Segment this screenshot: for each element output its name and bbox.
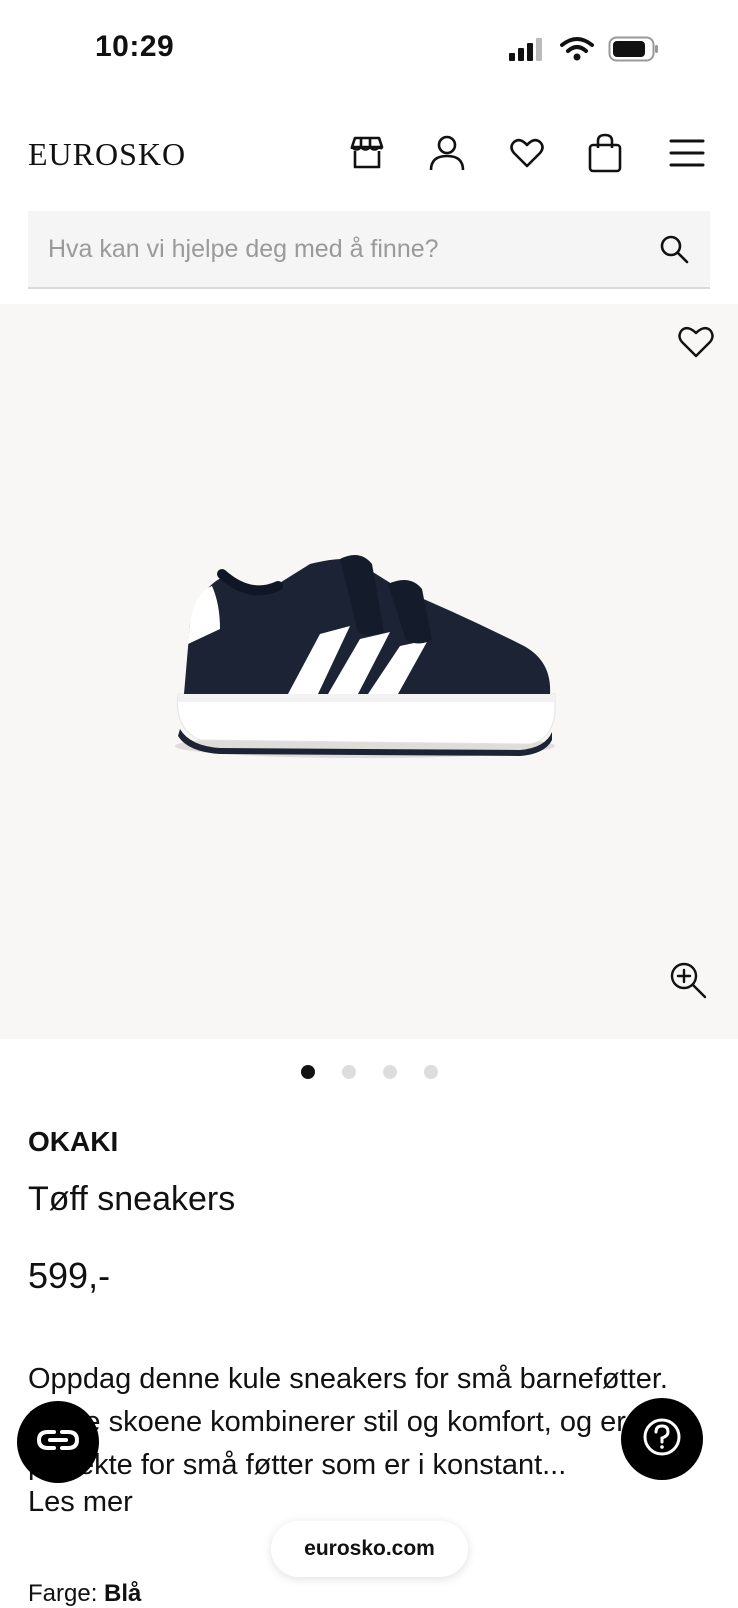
help-chat-button[interactable]: [621, 1398, 703, 1480]
zoom-in-icon[interactable]: [668, 960, 708, 1005]
product-image-shoe[interactable]: [160, 544, 570, 774]
product-name: Tøff sneakers: [28, 1180, 236, 1218]
cart-icon[interactable]: [584, 132, 626, 174]
search-icon[interactable]: [658, 233, 690, 270]
wishlist-icon[interactable]: [506, 132, 548, 174]
carousel-dot-3[interactable]: [382, 1065, 397, 1079]
link-icon: [36, 1428, 80, 1457]
status-icons: [508, 36, 660, 67]
product-price: 599,-: [28, 1255, 111, 1296]
product-color: Farge: Blå: [28, 1580, 141, 1608]
add-to-wishlist-heart-icon[interactable]: [678, 326, 714, 363]
product-brand[interactable]: OKAKI: [28, 1126, 118, 1158]
site-header: EUROSKO: [0, 118, 738, 188]
eurosko-logo[interactable]: EUROSKO: [28, 136, 186, 173]
carousel-indicator: [0, 1065, 738, 1079]
signal-icon: [508, 37, 546, 66]
status-time: 10:29: [95, 30, 175, 63]
search-input[interactable]: Hva kan vi hjelpe deg med å finne?: [48, 235, 439, 264]
battery-icon: [608, 36, 660, 67]
carousel-dot-1[interactable]: [300, 1065, 315, 1079]
product-description: Oppdag denne kule sneakers for små barne…: [28, 1363, 668, 1481]
color-label: Farge:: [28, 1580, 98, 1607]
carousel-dot-2[interactable]: [341, 1065, 356, 1079]
read-more-link[interactable]: Les mer: [28, 1486, 133, 1519]
search-bar[interactable]: Hva kan vi hjelpe deg med å finne?: [28, 211, 710, 289]
color-value: Blå: [104, 1580, 142, 1607]
browser-link-button[interactable]: [17, 1401, 99, 1483]
carousel-dot-4[interactable]: [423, 1065, 438, 1079]
store-icon[interactable]: [346, 132, 388, 174]
account-icon[interactable]: [426, 132, 468, 174]
status-bar: 10:29: [0, 0, 738, 100]
product-gallery[interactable]: [0, 304, 738, 1039]
help-icon: [642, 1417, 682, 1462]
menu-icon[interactable]: [666, 132, 708, 174]
wifi-icon: [560, 36, 594, 67]
browser-url-bar[interactable]: eurosko.com: [271, 1521, 468, 1577]
